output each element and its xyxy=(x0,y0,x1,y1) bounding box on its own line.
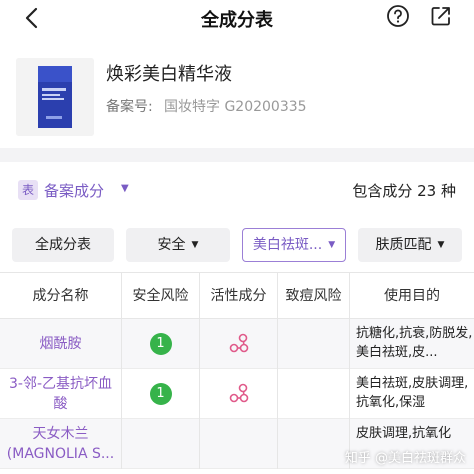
watermark: 知乎 @美白祛斑群众 xyxy=(344,451,466,466)
acne-risk-cell xyxy=(278,369,350,419)
table-row[interactable]: 烟酰胺 1 抗糖化,抗衰,防脱发,美白祛斑,皮... xyxy=(0,319,474,369)
safety-risk-cell: 1 xyxy=(122,319,200,369)
ingredient-name[interactable]: 3-邻-乙基抗坏血酸 xyxy=(0,369,122,419)
filter-label: 美白祛斑... xyxy=(252,237,323,253)
registration-number: 国妆特字 G20200335 xyxy=(164,99,307,115)
section-divider xyxy=(0,148,474,162)
filter-bar: 全成分表 安全 ▼ 美白祛斑... ▼ 肤质匹配 ▼ xyxy=(0,222,474,270)
table-row[interactable]: 3-邻-乙基抗坏血酸 1 美白祛斑,皮肤调理,抗氧化,保湿 xyxy=(0,369,474,419)
filter-skin-type[interactable]: 肤质匹配 ▼ xyxy=(358,228,462,262)
usage-purpose: 美白祛斑,皮肤调理,抗氧化,保湿 xyxy=(356,376,469,410)
column-header-purpose: 使用目的 xyxy=(384,288,440,304)
ingredient-source-dropdown[interactable]: 备案成分 xyxy=(44,180,104,201)
filter-label: 安全 xyxy=(157,237,186,253)
safety-risk-cell xyxy=(122,419,200,469)
acne-risk-cell xyxy=(278,319,350,369)
safety-risk-cell: 1 xyxy=(122,369,200,419)
ingredient-name[interactable]: 天女木兰(MAGNOLIA S... xyxy=(0,419,122,469)
safety-risk-badge: 1 xyxy=(149,333,172,355)
product-image xyxy=(16,58,94,136)
column-header-name: 成分名称 xyxy=(0,273,122,319)
filter-whitening[interactable]: 美白祛斑... ▼ xyxy=(242,228,346,262)
column-header-acne: 致痘风险 xyxy=(278,273,350,319)
active-ingredient-cell xyxy=(200,419,278,469)
active-molecule-icon xyxy=(229,333,248,353)
registration-label: 备案号: xyxy=(106,99,153,115)
filter-safety[interactable]: 安全 ▼ xyxy=(126,228,230,262)
ingredient-table: 成分名称 安全风险 活性成分 致痘风险 使用目的 烟酰胺 1 抗糖化,抗衰,防脱… xyxy=(0,272,474,474)
caret-down-icon[interactable]: ▼ xyxy=(121,183,129,194)
help-icon[interactable] xyxy=(386,4,410,28)
caret-down-icon: ▼ xyxy=(437,240,445,250)
share-icon[interactable] xyxy=(430,5,452,27)
safety-risk-badge: 1 xyxy=(149,383,172,405)
caret-down-icon: ▼ xyxy=(328,240,336,250)
column-header-active: 活性成分 xyxy=(200,273,278,319)
top-nav-bar: 全成分表 xyxy=(0,0,474,38)
filter-label: 全成分表 xyxy=(35,237,91,253)
active-molecule-icon xyxy=(229,383,248,403)
filter-all-ingredients[interactable]: 全成分表 xyxy=(12,228,114,262)
caret-down-icon: ▼ xyxy=(191,240,199,250)
filter-label: 肤质匹配 xyxy=(375,237,432,253)
table-header: 成分名称 安全风险 活性成分 致痘风险 使用目的 xyxy=(0,273,474,319)
table-badge-icon: 表 xyxy=(18,180,38,200)
ingredient-count: 包含成分 23 种 xyxy=(352,182,456,200)
product-card: 焕彩美白精华液 备案号: 国妆特字 G20200335 xyxy=(0,40,474,144)
usage-purpose: 抗糖化,抗衰,防脱发,美白祛斑,皮... xyxy=(356,326,473,360)
active-ingredient-cell xyxy=(200,319,278,369)
acne-risk-cell xyxy=(278,419,350,469)
ingredient-name[interactable]: 烟酰胺 xyxy=(0,319,122,369)
column-header-safety: 安全风险 xyxy=(122,273,200,319)
active-ingredient-cell xyxy=(200,369,278,419)
ingredient-summary: 表 备案成分 ▼ 包含成分 23 种 xyxy=(0,162,474,216)
product-name: 焕彩美白精华液 xyxy=(106,64,232,85)
